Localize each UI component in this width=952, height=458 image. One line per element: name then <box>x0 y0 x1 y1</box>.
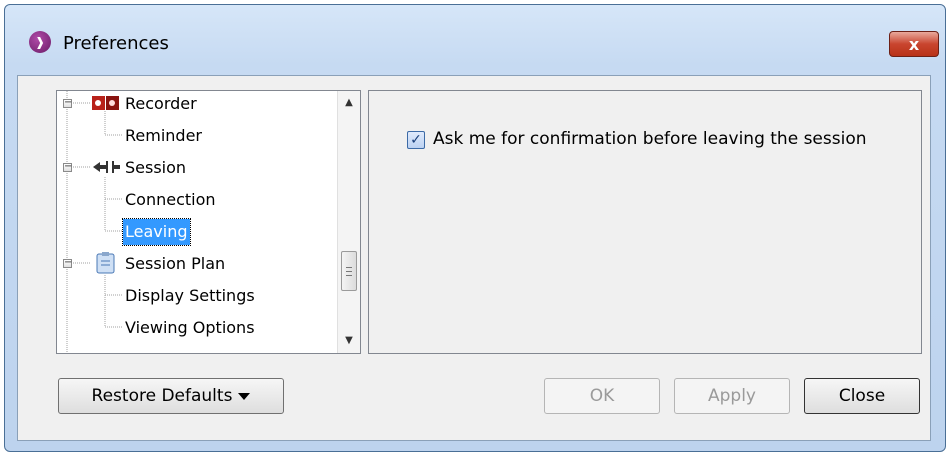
restore-defaults-button[interactable]: Restore Defaults <box>58 378 284 414</box>
preferences-window: ❱ Preferences x − Recorder Reminder − Se… <box>4 4 946 452</box>
tree-item-session-plan[interactable]: Session Plan <box>123 251 227 277</box>
expand-toggle-session[interactable]: − <box>63 162 72 172</box>
tree-item-label: Leaving <box>122 218 191 246</box>
clipboard-icon <box>95 251 117 279</box>
tree-scrollbar[interactable]: ▲ ▼ <box>337 91 360 353</box>
expand-toggle-session-plan[interactable]: − <box>63 258 72 268</box>
grip-line <box>346 275 352 276</box>
grip-line <box>346 267 352 268</box>
tree-item-session[interactable]: Session <box>123 155 188 181</box>
tree-item-reminder[interactable]: Reminder <box>123 123 204 149</box>
tree-item-connection[interactable]: Connection <box>123 187 218 213</box>
recorder-icon <box>91 93 121 117</box>
expand-toggle-recorder[interactable]: − <box>63 98 72 108</box>
tree-item-label: Recorder <box>125 94 197 113</box>
apply-label: Apply <box>708 386 756 406</box>
tree-item-label: Reminder <box>125 126 202 145</box>
window-title: Preferences <box>63 33 169 54</box>
ok-button[interactable]: OK <box>544 378 660 414</box>
scrollbar-thumb[interactable] <box>341 251 357 291</box>
tree-item-viewing-options[interactable]: Viewing Options <box>123 315 257 341</box>
dialog-body: − Recorder Reminder − Session Connection <box>17 75 931 441</box>
tree-item-label: Session <box>125 158 187 177</box>
restore-defaults-label: Restore Defaults <box>91 386 233 406</box>
close-button[interactable]: Close <box>804 378 920 414</box>
window-close-button[interactable]: x <box>889 31 939 57</box>
scroll-up-arrow-icon[interactable]: ▲ <box>338 93 360 113</box>
tree-item-label: Viewing Options <box>125 318 255 337</box>
dropdown-arrow-icon <box>238 392 251 400</box>
apply-button[interactable]: Apply <box>674 378 790 414</box>
confirm-leaving-checkbox[interactable]: ✓ <box>407 131 425 149</box>
settings-panel: ✓ Ask me for confirmation before leaving… <box>368 90 922 354</box>
tree-item-display-settings[interactable]: Display Settings <box>123 283 257 309</box>
scroll-down-arrow-icon[interactable]: ▼ <box>338 331 360 351</box>
tree-item-leaving[interactable]: Leaving <box>122 218 191 246</box>
close-label: Close <box>838 386 886 406</box>
session-plug-icon <box>91 157 121 181</box>
preferences-tree[interactable]: − Recorder Reminder − Session Connection <box>56 90 361 354</box>
ok-label: OK <box>589 386 615 406</box>
grip-line <box>346 271 352 272</box>
tree-item-label: Display Settings <box>125 286 255 305</box>
tree-item-label: Connection <box>125 190 216 209</box>
tree-item-recorder[interactable]: Recorder <box>123 91 199 117</box>
confirm-leaving-label[interactable]: Ask me for confirmation before leaving t… <box>433 129 867 149</box>
tree-item-label: Session Plan <box>125 254 226 273</box>
app-logo-icon: ❱ <box>29 31 51 53</box>
close-icon: x <box>908 34 920 54</box>
title-bar[interactable]: ❱ Preferences x <box>5 5 945 79</box>
